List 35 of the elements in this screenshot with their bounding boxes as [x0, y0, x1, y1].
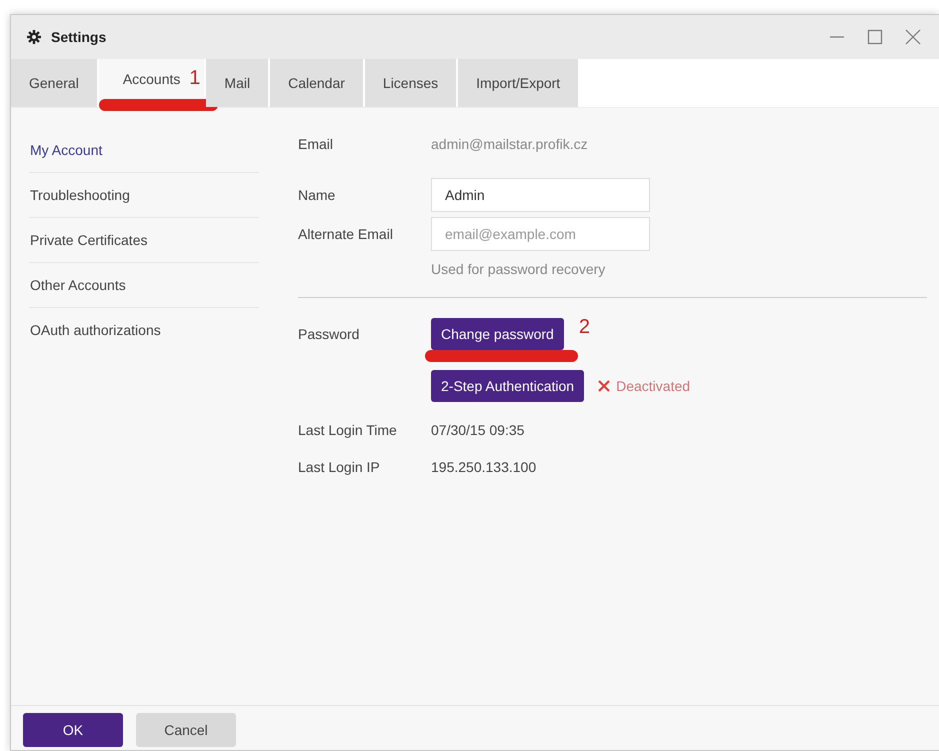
alternate-email-field[interactable]: email@example.com	[431, 217, 650, 251]
sidebar-item[interactable]: Troubleshooting	[29, 173, 259, 218]
email-address: admin@mailstar.profik.cz	[431, 136, 589, 152]
tab[interactable]: Calendar	[270, 59, 363, 107]
field-label: Last Login Time	[298, 422, 398, 438]
window-title: Settings	[51, 29, 108, 45]
change-password-button[interactable]: Change password	[431, 318, 564, 350]
field-label: Password	[298, 326, 360, 342]
settings-icon	[27, 30, 41, 44]
tab[interactable]: Import/Export	[458, 59, 578, 107]
tab[interactable]: General	[11, 59, 97, 107]
field-label: Email	[298, 136, 334, 152]
maximize-icon	[867, 29, 883, 45]
sidebar-item[interactable]: Other Accounts	[29, 263, 259, 308]
tab[interactable]: Licenses	[364, 59, 456, 107]
name-field[interactable]: Admin	[431, 178, 650, 212]
cross-icon	[598, 380, 610, 392]
close-icon	[905, 29, 921, 45]
sidebar-item[interactable]: My Account	[29, 128, 259, 173]
cancel-button[interactable]: Cancel	[136, 713, 236, 747]
status-text: Deactivated	[598, 378, 690, 394]
sidebar-item[interactable]: Private Certificates	[29, 218, 259, 263]
ok-button[interactable]: OK	[23, 713, 123, 747]
annotation-number: 1	[189, 68, 200, 88]
two-step-button[interactable]: 2-Step Authentication	[431, 370, 584, 402]
last-login-ip: 195.250.133.100	[431, 459, 538, 475]
annotation-number: 2	[578, 316, 590, 339]
hint-text: Used for password recovery	[431, 261, 606, 277]
field-label: Name	[298, 187, 336, 203]
field-label: Alternate Email	[298, 226, 394, 242]
minimize-icon	[830, 36, 844, 38]
field-label: Last Login IP	[298, 459, 381, 475]
sidebar-item[interactable]: OAuth authorizations	[29, 308, 259, 352]
tab[interactable]: Mail	[206, 59, 268, 107]
last-login-time: 07/30/15 09:35	[431, 422, 526, 438]
